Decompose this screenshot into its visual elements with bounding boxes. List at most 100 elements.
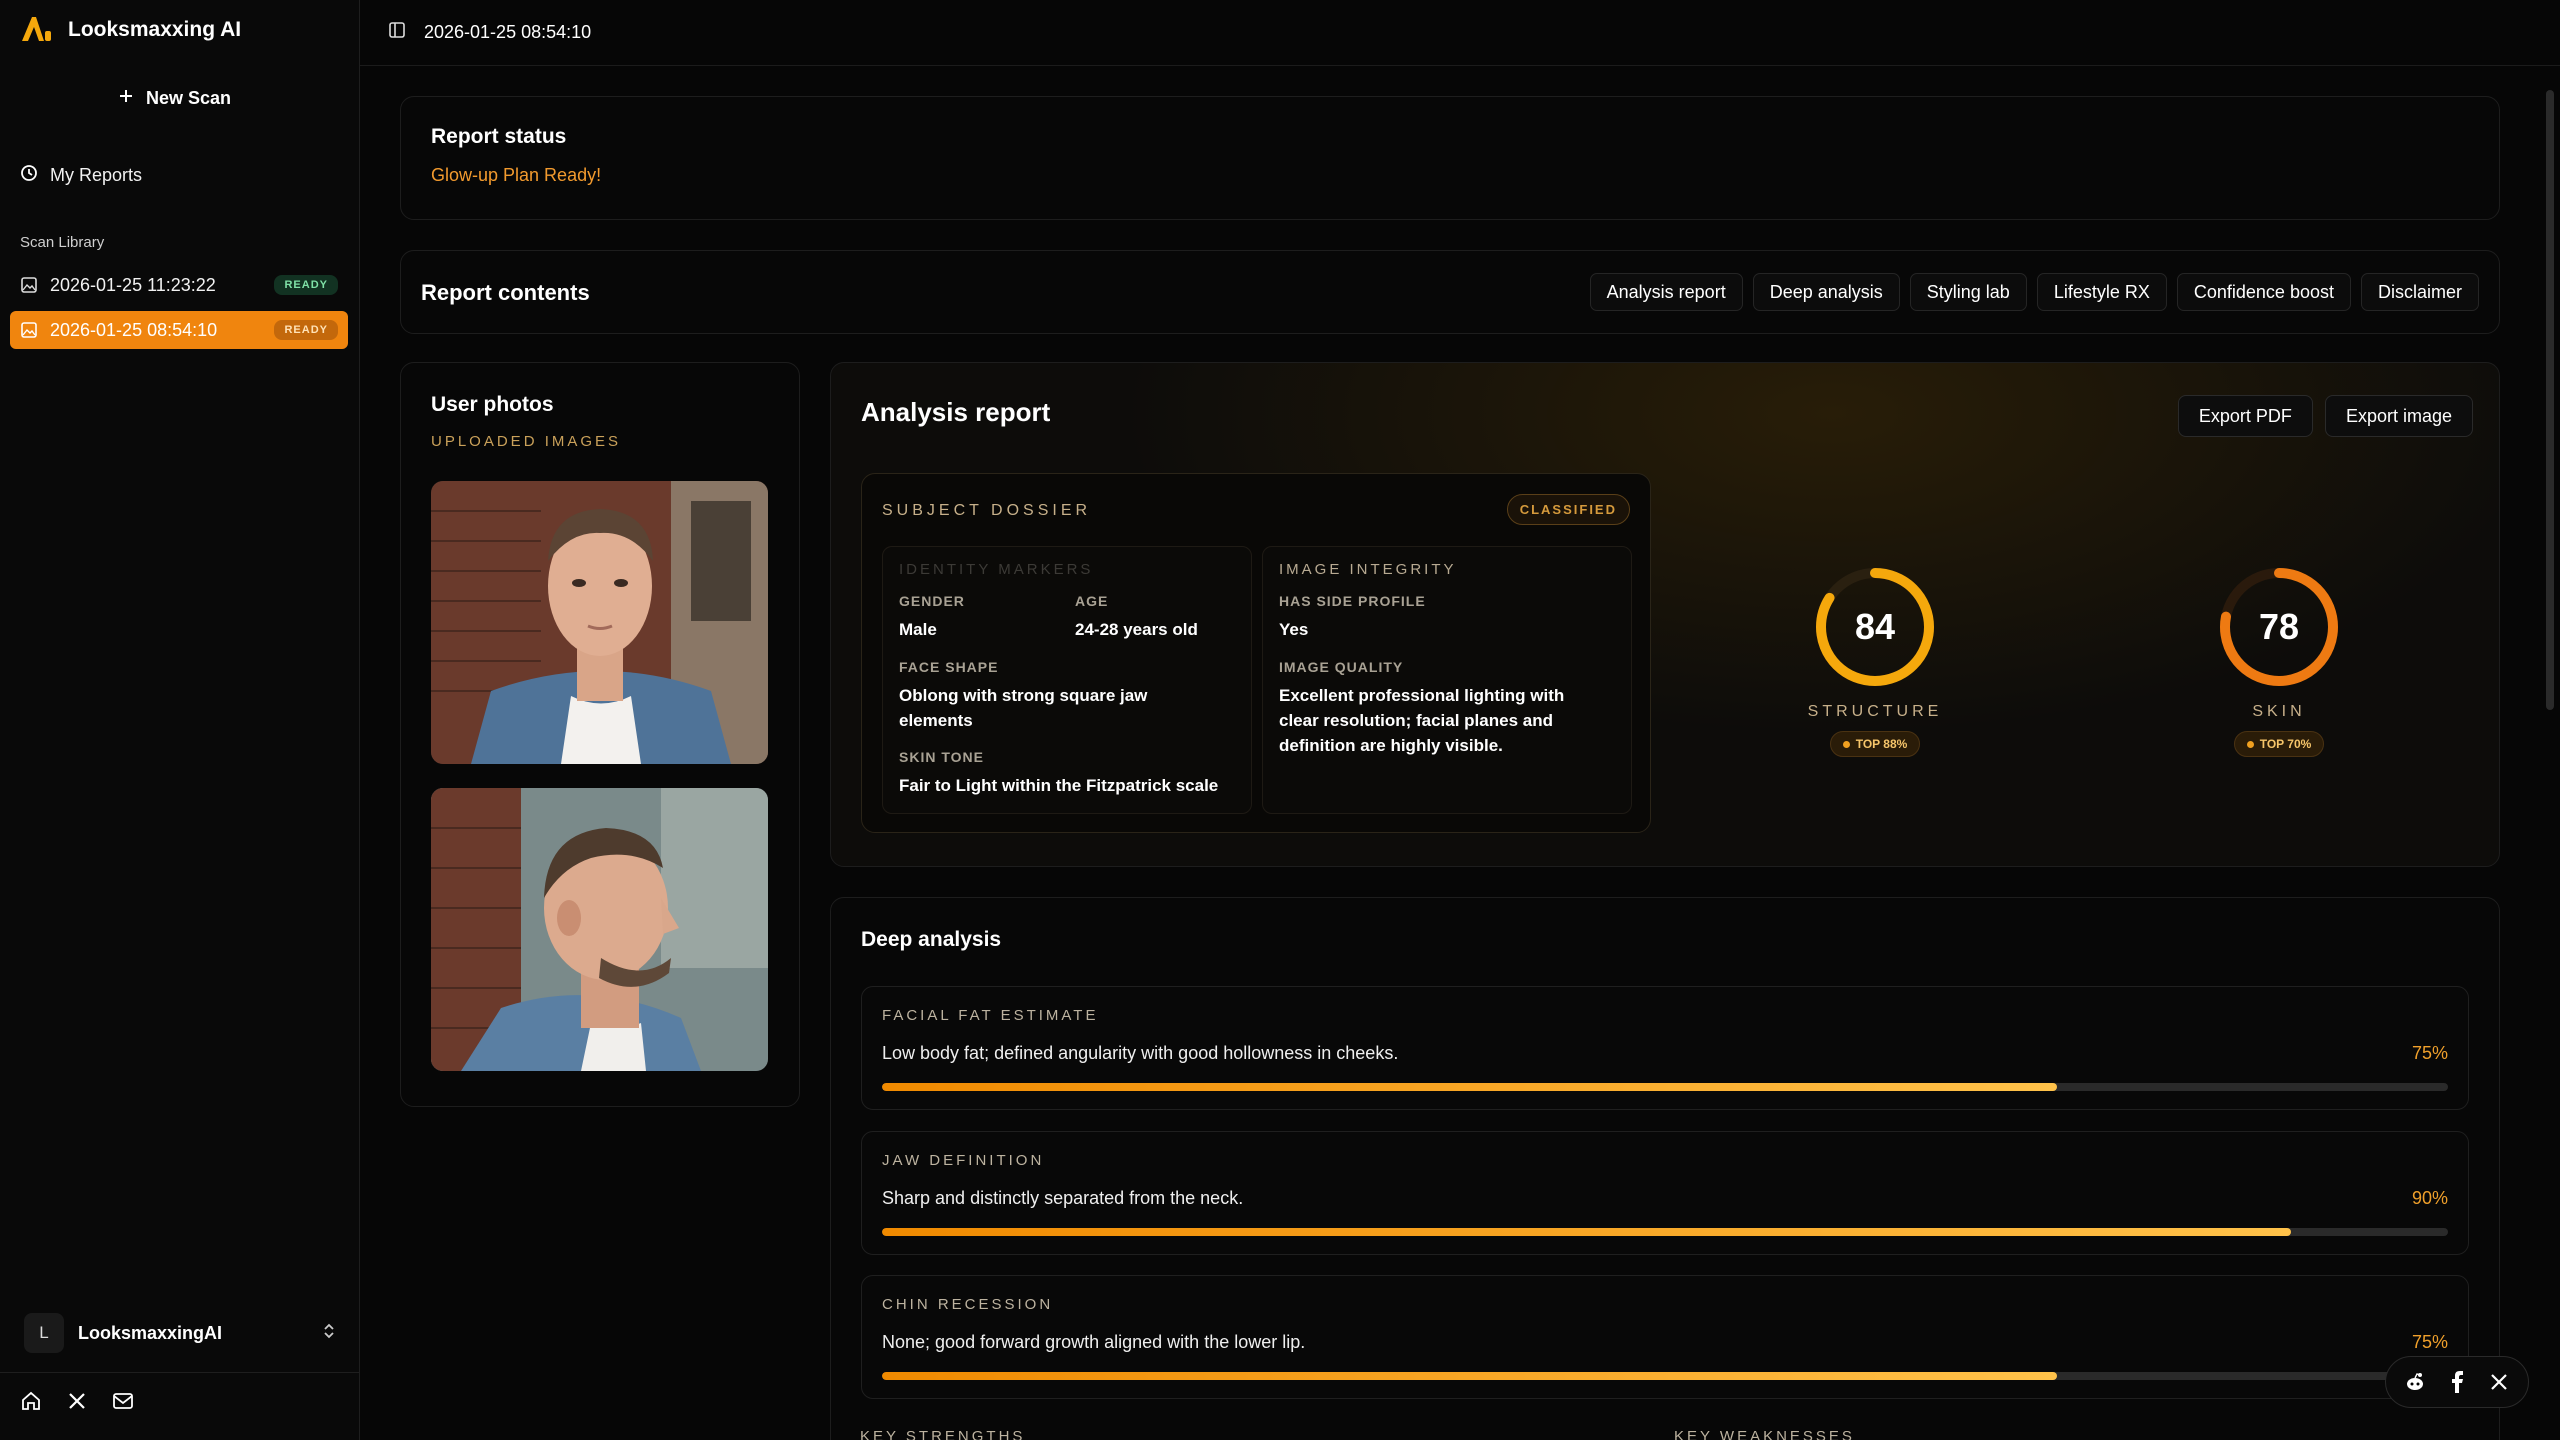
skin-score: 78 SKIN TOP 70% bbox=[2149, 565, 2409, 757]
metric-description: None; good forward growth aligned with t… bbox=[882, 1332, 1306, 1352]
classified-badge: CLASSIFIED bbox=[1506, 494, 1630, 525]
skin-tone-label: SKIN TONE bbox=[899, 749, 984, 765]
user-photos-title: User photos bbox=[431, 393, 554, 416]
metric-percent: 75% bbox=[2411, 1043, 2448, 1063]
user-photos-card: User photos UPLOADED IMAGES bbox=[400, 362, 800, 1107]
skin-rank-text: TOP 70% bbox=[2259, 737, 2312, 751]
metric-progress-track bbox=[882, 1083, 2448, 1091]
app-root: Looksmaxxing AI New Scan My Reports Scan… bbox=[0, 0, 2560, 1440]
metric-label: CHIN RECESSION bbox=[882, 1296, 1054, 1313]
page-title: 2026-01-25 08:54:10 bbox=[424, 22, 592, 42]
structure-rank-badge: TOP 88% bbox=[1829, 731, 1921, 757]
dossier-title: SUBJECT DOSSIER bbox=[882, 502, 1092, 519]
app-name: Looksmaxxing AI bbox=[68, 18, 242, 41]
metric-percent: 75% bbox=[2411, 1332, 2448, 1352]
gender-label: GENDER bbox=[899, 593, 965, 609]
skin-score-value: 78 bbox=[2259, 606, 2299, 647]
x-icon[interactable] bbox=[64, 1388, 90, 1414]
age-value: 24-28 years old bbox=[1075, 620, 1198, 639]
report-contents-title: Report contents bbox=[421, 280, 590, 305]
user-name: LooksmaxxingAI bbox=[78, 1322, 223, 1343]
tab-lifestyle-rx[interactable]: Lifestyle RX bbox=[2036, 273, 2167, 311]
skin-score-ring: 78 bbox=[2220, 568, 2338, 686]
structure-rank-text: TOP 88% bbox=[1855, 737, 1908, 751]
tab-confidence-boost[interactable]: Confidence boost bbox=[2176, 273, 2351, 311]
subject-dossier: SUBJECT DOSSIER CLASSIFIED IDENTITY MARK… bbox=[861, 473, 1651, 833]
structure-score-value: 84 bbox=[1855, 606, 1895, 647]
logo-icon bbox=[20, 13, 54, 48]
avatar: L bbox=[24, 1313, 64, 1353]
metric-progress-track bbox=[882, 1372, 2448, 1380]
report-contents-card: Report contents Analysis report Deep ana… bbox=[400, 250, 2500, 334]
user-photos-subtitle: UPLOADED IMAGES bbox=[431, 433, 622, 450]
status-badge: READY bbox=[274, 275, 338, 295]
deep-analysis-title: Deep analysis bbox=[861, 928, 1002, 951]
my-reports-link[interactable]: My Reports bbox=[20, 160, 142, 190]
image-icon bbox=[20, 276, 38, 294]
new-scan-button[interactable]: New Scan bbox=[118, 82, 231, 114]
side-profile-photo[interactable] bbox=[431, 788, 768, 1071]
export-pdf-button[interactable]: Export PDF bbox=[2177, 395, 2313, 437]
new-scan-label: New Scan bbox=[146, 87, 232, 108]
x-share-icon[interactable] bbox=[2485, 1368, 2513, 1396]
metric-chin-recession: CHIN RECESSION None; good forward growth… bbox=[861, 1275, 2469, 1399]
mail-icon[interactable] bbox=[110, 1388, 136, 1414]
age-label: AGE bbox=[1075, 593, 1109, 609]
analysis-report-title: Analysis report bbox=[861, 397, 1051, 427]
side-profile-label: HAS SIDE PROFILE bbox=[1279, 593, 1426, 609]
home-icon[interactable] bbox=[18, 1388, 44, 1414]
facebook-icon[interactable] bbox=[2443, 1368, 2471, 1396]
scan-item-active[interactable]: 2026-01-25 08:54:10 READY bbox=[10, 311, 348, 349]
metric-progress-fill bbox=[882, 1083, 2057, 1091]
metric-label: JAW DEFINITION bbox=[882, 1152, 1045, 1169]
sidebar-toggle-icon[interactable] bbox=[388, 21, 406, 44]
front-photo[interactable] bbox=[431, 481, 768, 764]
plus-icon bbox=[118, 88, 134, 109]
user-menu[interactable]: L LooksmaxxingAI bbox=[24, 1313, 336, 1353]
rank-dot bbox=[2246, 740, 2254, 748]
face-shape-value: Oblong with strong square jaw elements bbox=[899, 686, 1148, 730]
structure-score: 84 STRUCTURE TOP 88% bbox=[1745, 565, 2005, 757]
export-actions: Export PDF Export image bbox=[2177, 395, 2473, 437]
tab-analysis-report[interactable]: Analysis report bbox=[1589, 273, 1743, 311]
side-profile-value: Yes bbox=[1279, 620, 1309, 639]
page-scrollbar[interactable] bbox=[2546, 90, 2554, 710]
metric-description: Low body fat; defined angularity with go… bbox=[882, 1043, 1399, 1063]
image-integrity-panel: IMAGE INTEGRITY HAS SIDE PROFILE Yes IMA… bbox=[1262, 546, 1632, 814]
metric-progress-fill bbox=[882, 1372, 2057, 1380]
key-weaknesses-heading: KEY WEAKNESSES bbox=[1674, 1428, 1855, 1440]
export-image-button[interactable]: Export image bbox=[2324, 395, 2473, 437]
metric-progress-track bbox=[882, 1228, 2448, 1236]
sidebar-footer-icons bbox=[18, 1388, 136, 1414]
metric-description: Sharp and distinctly separated from the … bbox=[882, 1188, 1244, 1208]
image-icon bbox=[20, 321, 38, 339]
structure-score-ring: 84 bbox=[1816, 568, 1934, 686]
share-bar bbox=[2385, 1356, 2529, 1408]
brand[interactable]: Looksmaxxing AI bbox=[20, 14, 241, 46]
scan-item[interactable]: 2026-01-25 11:23:22 READY bbox=[10, 266, 348, 304]
image-integrity-heading: IMAGE INTEGRITY bbox=[1279, 561, 1457, 578]
scan-item-label: 2026-01-25 11:23:22 bbox=[50, 274, 216, 295]
image-quality-value: Excellent professional lighting with cle… bbox=[1279, 686, 1565, 755]
report-tabs: Analysis report Deep analysis Styling la… bbox=[1589, 273, 2479, 311]
metric-progress-fill bbox=[882, 1228, 2292, 1236]
identity-markers-heading: IDENTITY MARKERS bbox=[899, 561, 1094, 578]
chevron-up-down-icon bbox=[322, 1322, 336, 1345]
gender-value: Male bbox=[899, 620, 937, 639]
metric-facial-fat: FACIAL FAT ESTIMATE Low body fat; define… bbox=[861, 986, 2469, 1110]
metric-percent: 90% bbox=[2411, 1188, 2448, 1208]
skin-rank-badge: TOP 70% bbox=[2233, 731, 2325, 757]
tab-disclaimer[interactable]: Disclaimer bbox=[2360, 273, 2479, 311]
scan-item-label: 2026-01-25 08:54:10 bbox=[50, 319, 218, 340]
tab-styling-lab[interactable]: Styling lab bbox=[1909, 273, 2027, 311]
skin-score-label: SKIN bbox=[2252, 703, 2306, 720]
key-strengths-heading: KEY STRENGTHS bbox=[860, 1428, 1026, 1440]
identity-markers-panel: IDENTITY MARKERS GENDER Male AGE 24-28 y… bbox=[882, 546, 1252, 814]
structure-score-label: STRUCTURE bbox=[1807, 703, 1943, 720]
tab-deep-analysis[interactable]: Deep analysis bbox=[1752, 273, 1900, 311]
reddit-icon[interactable] bbox=[2401, 1368, 2429, 1396]
report-status-title: Report status bbox=[431, 125, 567, 148]
deep-analysis-card: Deep analysis FACIAL FAT ESTIMATE Low bo… bbox=[830, 897, 2500, 1440]
rank-dot bbox=[1842, 740, 1850, 748]
report-status-card: Report status Glow-up Plan Ready! bbox=[400, 96, 2500, 220]
